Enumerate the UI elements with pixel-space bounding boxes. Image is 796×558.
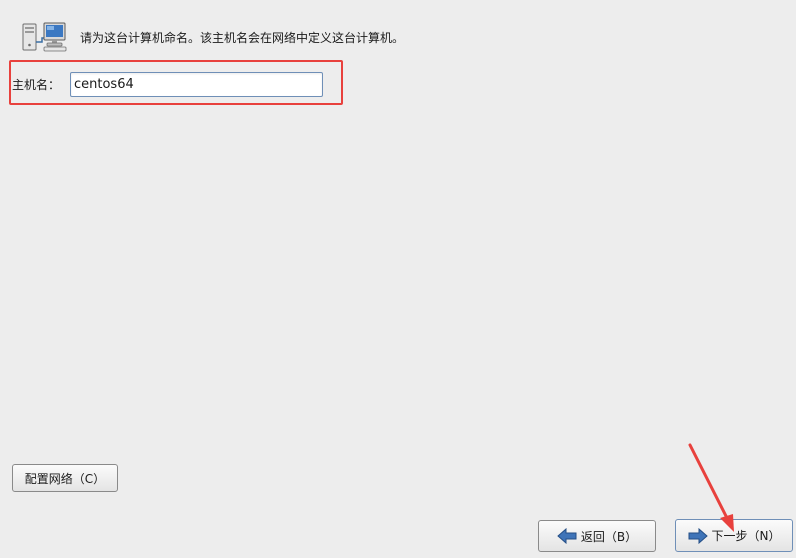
header: 请为这台计算机命名。该主机名会在网络中定义这台计算机。 (20, 20, 404, 54)
next-label: 下一步（N） (711, 529, 781, 543)
header-description: 请为这台计算机命名。该主机名会在网络中定义这台计算机。 (80, 30, 405, 45)
next-button[interactable]: 下一步（N） (675, 519, 793, 552)
hostname-label: 主机名： (12, 78, 61, 92)
hostname-row: 主机名： (12, 71, 323, 98)
arrow-right-icon (688, 527, 708, 544)
configure-network-button[interactable]: 配置网络（C） (12, 464, 118, 492)
network-computers-icon (20, 20, 70, 54)
hostname-input[interactable] (70, 72, 323, 97)
back-label: 返回（B） (580, 529, 638, 544)
back-button[interactable]: 返回（B） (538, 520, 656, 552)
configure-network-label: 配置网络（C） (24, 471, 106, 486)
arrow-left-icon (557, 527, 577, 545)
